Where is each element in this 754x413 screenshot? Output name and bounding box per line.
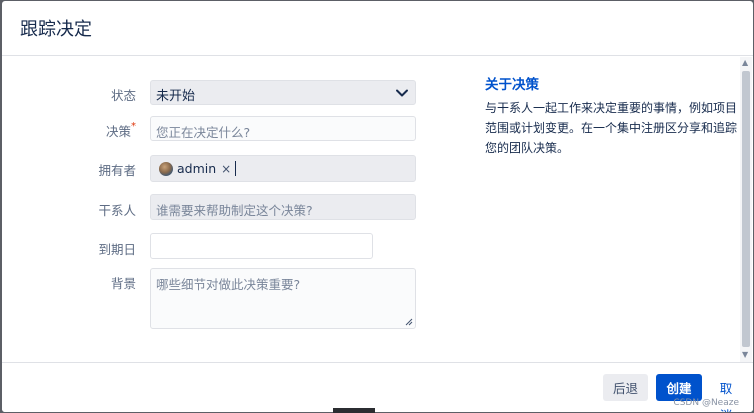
background-placeholder: 哪些细节对做此决策重要?: [156, 277, 301, 292]
stakeholders-label: 干系人: [98, 203, 136, 218]
stakeholders-input[interactable]: 谁需要来帮助制定这个决策?: [150, 194, 416, 220]
close-icon[interactable]: ×: [221, 162, 231, 176]
text-cursor: [235, 161, 236, 176]
decision-input[interactable]: 您正在决定什么?: [150, 116, 416, 141]
required-marker: *: [131, 121, 136, 132]
owner-chip: admin ×: [159, 160, 231, 177]
about-decision-title: 关于决策: [485, 77, 539, 93]
due-date-input[interactable]: [150, 233, 373, 259]
due-date-label: 到期日: [98, 242, 136, 257]
avatar: [159, 161, 173, 176]
decision-label-text: 决策: [105, 124, 131, 139]
back-button[interactable]: 后退: [603, 374, 648, 401]
dialog-title: 跟踪决定: [20, 19, 92, 40]
about-decision-text: 与干系人一起工作来决定重要的事情，例如项目范围或计划变更。在一个集中注册区分享和…: [485, 101, 738, 155]
create-button[interactable]: 创建: [656, 374, 702, 401]
status-select[interactable]: 未开始: [150, 80, 416, 105]
scroll-up-icon[interactable]: ▲: [742, 58, 748, 67]
resize-handle-icon[interactable]: [405, 318, 413, 326]
owner-label: 拥有者: [98, 163, 136, 178]
track-decision-dialog: 跟踪决定 状态 未开始 决策* 您正在决定什么? 拥有者 admin × 干系人: [2, 1, 753, 412]
scrollbar-thumb[interactable]: [742, 71, 750, 347]
decision-placeholder: 您正在决定什么?: [156, 125, 251, 140]
status-value: 未开始: [156, 89, 196, 104]
background-strip: [333, 408, 375, 413]
owner-chip-label: admin: [177, 161, 217, 176]
owner-picker[interactable]: admin ×: [150, 155, 416, 182]
decision-label: 决策*: [26, 121, 136, 140]
chevron-down-icon: [396, 89, 408, 97]
stakeholders-placeholder: 谁需要来帮助制定这个决策?: [156, 203, 313, 218]
background-label: 背景: [110, 276, 136, 291]
dialog-body: 状态 未开始 决策* 您正在决定什么? 拥有者 admin × 干系人 谁需要来…: [2, 56, 753, 362]
dialog-footer: 后退 创建 取消 CSDN @Neaze: [2, 362, 753, 412]
dialog-header: 跟踪决定: [2, 1, 753, 56]
status-label: 状态: [110, 88, 136, 103]
scroll-down-icon[interactable]: ▼: [742, 350, 748, 359]
watermark: CSDN @Neaze: [673, 398, 739, 408]
background-textarea[interactable]: 哪些细节对做此决策重要?: [150, 268, 416, 329]
cancel-button[interactable]: 取消: [708, 374, 744, 412]
